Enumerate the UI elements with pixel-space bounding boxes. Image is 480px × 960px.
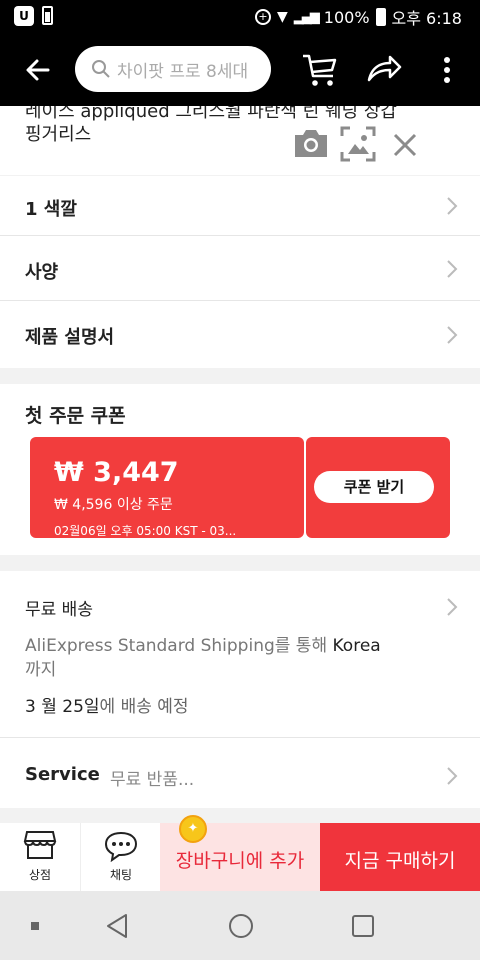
coin-icon: ✦ — [179, 815, 207, 843]
status-bar: U + ▼ ▂▄▆ 100% 오후 6:18 — [0, 0, 480, 34]
cart-icon[interactable] — [301, 52, 339, 88]
chevron-right-icon — [447, 260, 458, 278]
shipping-section[interactable]: 무료 배송 AliExpress Standard Shipping를 통해 K… — [0, 571, 480, 737]
battery-percent: 100% — [323, 7, 370, 27]
shipping-label: 무료 배송 — [25, 600, 93, 620]
product-title-line2: 핑거리스 — [25, 124, 92, 145]
nav-home-icon[interactable] — [228, 913, 254, 939]
shipping-method: AliExpress Standard Shipping를 통해 Korea — [25, 631, 381, 656]
top-app-bar: 차이팟 프로 8세대 — [0, 34, 480, 106]
chat-label: 채팅 — [109, 868, 133, 882]
camera-search-icon[interactable] — [292, 126, 330, 160]
store-label: 상점 — [28, 868, 52, 882]
coupon-amount: ₩ 3,447 — [54, 457, 179, 488]
add-to-cart-label: 장바구니에 추가 — [175, 850, 305, 872]
battery-notification-icon — [42, 6, 53, 25]
buy-now-button[interactable]: 지금 구매하기 — [320, 823, 480, 891]
coupon-claim-area: 쿠폰 받기 — [306, 437, 450, 538]
chevron-right-icon — [447, 767, 458, 785]
option-row-specs[interactable]: 사양 — [0, 236, 480, 301]
service-value: 무료 반품... — [110, 770, 195, 790]
option-label: 제품 설명서 — [25, 327, 115, 348]
option-row-description[interactable]: 제품 설명서 — [0, 301, 480, 368]
product-title-section: 레이스 appliqued 그리스월 파란색 린 웨딩 장갑 핑거리스 — [0, 106, 480, 175]
signal-icon: ▂▄▆ — [293, 9, 320, 25]
store-button[interactable]: 상점 — [0, 823, 80, 891]
delivery-suffix: 에 배송 예정 — [99, 697, 189, 717]
buy-now-label: 지금 구매하기 — [344, 850, 456, 872]
service-label: Service — [25, 764, 100, 785]
nav-indicator-icon — [31, 922, 39, 930]
data-saver-icon: + — [255, 9, 271, 25]
more-options-icon[interactable] — [442, 56, 452, 84]
shipping-destination: Korea — [332, 636, 381, 656]
search-icon — [92, 60, 110, 78]
image-search-icon[interactable] — [339, 125, 377, 163]
shipping-method-suffix: 까지 — [25, 660, 57, 680]
option-row-color[interactable]: 1 색깔 — [0, 176, 480, 236]
option-label: 사양 — [25, 262, 59, 283]
coupon-validity: 02월06일 오후 05:00 KST - 03... — [54, 524, 237, 538]
store-icon — [23, 831, 57, 859]
coupon-card: ₩ 3,447 ₩ 4,596 이상 주문 02월06일 오후 05:00 KS… — [30, 437, 304, 538]
battery-icon — [375, 8, 386, 26]
claim-coupon-button[interactable]: 쿠폰 받기 — [314, 471, 434, 503]
chat-icon — [104, 831, 138, 862]
app-notification-icon: U — [14, 6, 34, 26]
chat-button[interactable]: 채팅 — [80, 823, 160, 891]
chevron-right-icon — [447, 326, 458, 344]
options-list: 1 색깔 사양 제품 설명서 — [0, 176, 480, 368]
nav-back-icon[interactable] — [105, 913, 129, 939]
chevron-right-icon — [447, 598, 458, 616]
search-input[interactable]: 차이팟 프로 8세대 — [75, 46, 271, 92]
coupon-condition: ₩ 4,596 이상 주문 — [54, 497, 173, 513]
close-icon[interactable] — [392, 132, 418, 158]
system-nav-bar — [0, 891, 480, 960]
coupon-heading: 첫 주문 쿠폰 — [25, 405, 126, 427]
search-placeholder: 차이팟 프로 8세대 — [117, 61, 249, 82]
service-row[interactable]: Service 무료 반품... — [0, 738, 480, 808]
option-label: 1 색깔 — [25, 199, 77, 220]
shipping-method-text: AliExpress Standard Shipping를 통해 — [25, 636, 333, 656]
nav-recents-icon[interactable] — [351, 914, 375, 938]
delivery-estimate: 3 월 25일에 배송 예정 — [25, 692, 189, 717]
chevron-right-icon — [447, 197, 458, 215]
wifi-icon: ▼ — [277, 9, 288, 25]
bottom-action-bar: 상점 채팅 장바구니에 추가 지금 구매하기 — [0, 823, 480, 891]
share-icon[interactable] — [366, 54, 402, 84]
delivery-date: 3 월 25일 — [25, 697, 100, 717]
back-arrow-icon[interactable] — [24, 56, 52, 84]
clock: 오후 6:18 — [391, 9, 462, 28]
